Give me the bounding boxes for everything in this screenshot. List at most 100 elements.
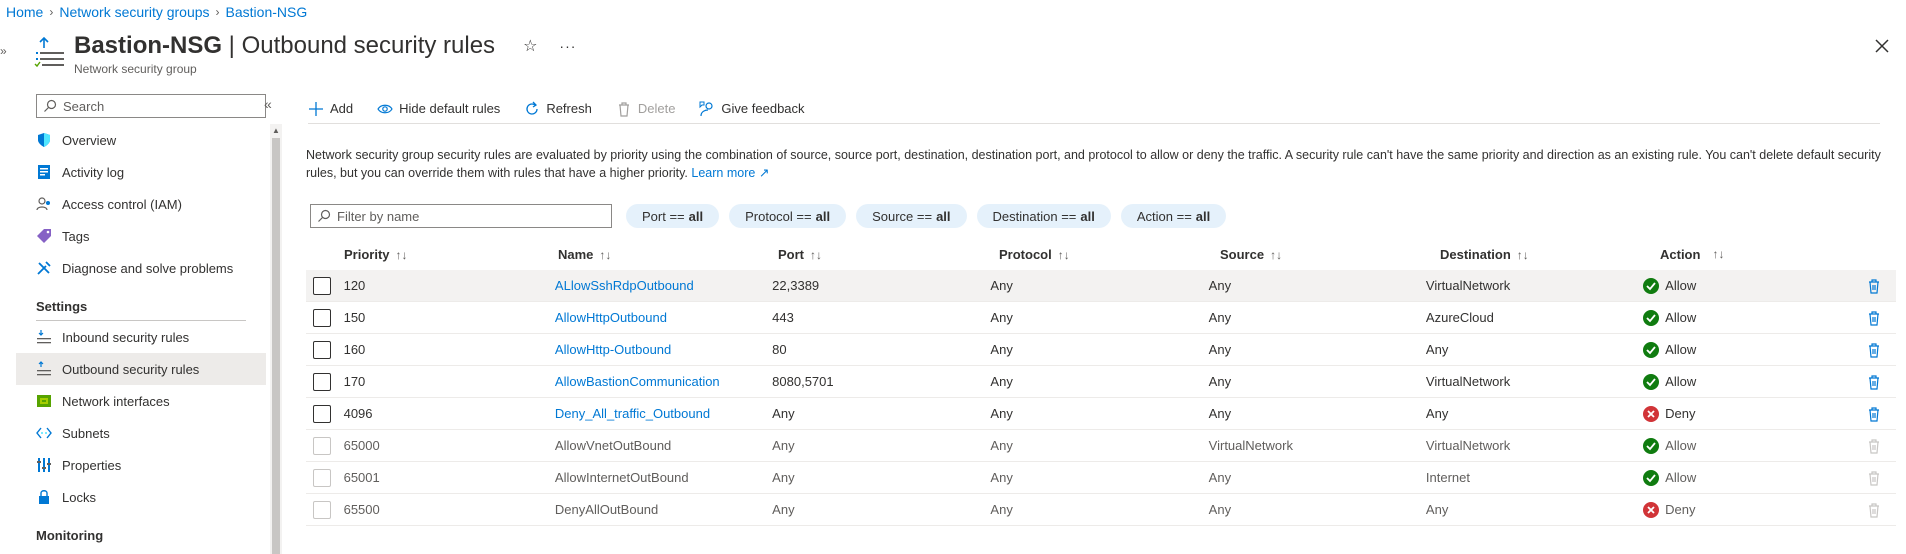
sidebar-scrollbar[interactable]: ▲	[270, 124, 282, 554]
refresh-button[interactable]: Refresh	[524, 101, 592, 117]
column-header-port[interactable]: Port ↑↓	[778, 247, 999, 262]
delete-button-label: Delete	[637, 101, 676, 116]
give-feedback-button[interactable]: Give feedback	[699, 101, 805, 117]
expand-menu-icon[interactable]: »	[0, 44, 7, 58]
trash-icon[interactable]	[1866, 374, 1882, 390]
sidebar-item-locks[interactable]: Locks	[16, 481, 266, 513]
scroll-up-icon[interactable]: ▲	[272, 126, 280, 135]
hide-default-rules-label: Hide default rules	[399, 101, 501, 116]
filter-pill-action[interactable]: Action == all	[1120, 204, 1227, 228]
column-header-protocol[interactable]: Protocol ↑↓	[999, 247, 1220, 262]
wrench-icon	[36, 260, 52, 276]
cell-destination: Any	[1425, 502, 1449, 517]
rule-name-link[interactable]: AllowHttp-Outbound	[555, 342, 671, 357]
column-header-source[interactable]: Source ↑↓	[1220, 247, 1440, 262]
sidebar-item-outbound-security-rules[interactable]: Outbound security rules	[16, 353, 266, 385]
give-feedback-label: Give feedback	[721, 101, 805, 116]
sidebar-item-diagnose[interactable]: Diagnose and solve problems	[16, 252, 266, 284]
row-checkbox[interactable]	[312, 308, 331, 327]
row-checkbox[interactable]	[312, 340, 331, 359]
column-header-name[interactable]: Name ↑↓	[558, 247, 778, 262]
table-row[interactable]: 65500 DenyAllOutBound Any Any Any Any Deny	[306, 494, 1896, 526]
rule-name-link[interactable]: AllowBastionCommunication	[555, 374, 720, 389]
row-checkbox[interactable]	[312, 372, 331, 391]
table-row[interactable]: 65000 AllowVnetOutBound Any Any VirtualNetwo…	[306, 430, 1896, 462]
delete-button[interactable]: Delete	[616, 101, 676, 117]
add-button-label: Add	[330, 101, 354, 116]
trash-icon[interactable]	[1866, 406, 1882, 422]
favorite-star-icon[interactable]: ☆	[523, 36, 537, 56]
breadcrumb: Home › Network security groups › Bastion…	[6, 4, 307, 20]
table-row[interactable]: 160 AllowHttp-Outbound 80 Any Any Any Allow	[306, 334, 1896, 366]
hide-default-rules-button[interactable]: Hide default rules	[377, 101, 500, 117]
outbound-rules-icon	[36, 361, 52, 377]
filter-by-name-input[interactable]: Filter by name	[310, 204, 612, 228]
page-subtitle: Network security group	[74, 62, 197, 76]
table-body: 120 ALlowSshRdpOutbound 22,3389 Any Any Virtu…	[306, 270, 1896, 526]
sidebar-item-tags[interactable]: Tags	[16, 220, 266, 252]
cell-source: VirtualNetwork	[1208, 438, 1293, 453]
sidebar-item-properties[interactable]: Properties	[16, 449, 266, 481]
feedback-icon	[699, 101, 714, 116]
breadcrumb-network-security-groups[interactable]: Network security groups	[59, 4, 209, 20]
filter-pill-destination[interactable]: Destination == all	[976, 204, 1111, 228]
breadcrumb-bastion-nsg[interactable]: Bastion-NSG	[226, 4, 308, 20]
cell-port: Any	[772, 438, 795, 453]
scrollbar-thumb[interactable]	[272, 138, 280, 554]
cell-action: Deny	[1665, 502, 1696, 517]
sidebar-item-subnets[interactable]: Subnets	[16, 417, 266, 449]
column-header-priority[interactable]: Priority ↑↓	[338, 247, 558, 262]
collapse-sidebar-icon[interactable]: «	[264, 96, 272, 112]
learn-more-link[interactable]: Learn more ↗	[691, 166, 769, 180]
column-header-destination[interactable]: Destination ↑↓	[1440, 247, 1660, 262]
cell-action: Allow	[1665, 342, 1697, 357]
sidebar-item-inbound-security-rules[interactable]: Inbound security rules	[16, 321, 266, 353]
trash-icon[interactable]	[1866, 310, 1882, 326]
sidebar-item-label: Outbound security rules	[62, 361, 200, 377]
breadcrumb-home[interactable]: Home	[6, 4, 43, 20]
cell-protocol: Any	[990, 310, 1013, 325]
outbound-rules-icon	[34, 36, 66, 72]
cell-protocol: Any	[990, 342, 1013, 357]
sidebar-item-activity-log[interactable]: Activity log	[16, 156, 266, 188]
filter-pill-source[interactable]: Source == all	[856, 204, 967, 228]
trash-icon[interactable]	[1866, 342, 1882, 358]
people-icon	[36, 196, 52, 212]
table-row[interactable]: 120 ALlowSshRdpOutbound 22,3389 Any Any Virtu…	[306, 270, 1896, 302]
cell-port: Any	[772, 502, 795, 517]
filter-pill-protocol[interactable]: Protocol == all	[729, 204, 847, 228]
sidebar-item-network-interfaces[interactable]: Network interfaces	[16, 385, 266, 417]
add-button[interactable]: Add	[308, 101, 353, 117]
table-row[interactable]: 4096 Deny_All_traffic_Outbound Any Any Any An…	[306, 398, 1896, 430]
sidebar-item-label: Network interfaces	[62, 393, 170, 409]
rule-name-link[interactable]: Deny_All_traffic_Outbound	[555, 406, 710, 421]
sidebar-search-input[interactable]: Search	[36, 94, 266, 118]
deny-x-icon	[1643, 501, 1660, 518]
table-header: Priority ↑↓ Name ↑↓ Port ↑↓ Protocol ↑↓ Sour…	[306, 238, 1896, 270]
table-row[interactable]: 170 AllowBastionCommunication 8080,5701 Any…	[306, 366, 1896, 398]
cell-priority: 65001	[343, 470, 380, 485]
filter-pill-port[interactable]: Port == all	[626, 204, 720, 228]
cell-destination: AzureCloud	[1425, 310, 1494, 325]
sidebar-item-overview[interactable]: Overview	[16, 124, 266, 156]
cell-protocol: Any	[990, 470, 1013, 485]
row-checkbox[interactable]	[312, 404, 331, 423]
sidebar-item-label: Overview	[62, 132, 117, 148]
page-title: Bastion-NSG | Outbound security rules	[74, 32, 495, 60]
cell-protocol: Any	[990, 406, 1013, 421]
table-row[interactable]: 150 AllowHttpOutbound 443 Any Any AzureCloud A…	[306, 302, 1896, 334]
more-options-icon[interactable]: ···	[559, 38, 576, 54]
close-icon[interactable]	[1870, 34, 1894, 58]
rule-name-link[interactable]: ALlowSshRdpOutbound	[555, 278, 694, 293]
cell-priority: 4096	[343, 406, 373, 421]
trash-icon	[1869, 470, 1880, 486]
trash-icon[interactable]	[1866, 278, 1882, 294]
table-row[interactable]: 65001 AllowInternetOutBound Any Any Any Inter…	[306, 462, 1896, 494]
plus-icon	[309, 101, 323, 116]
rule-name-link[interactable]: AllowHttpOutbound	[555, 310, 667, 325]
sidebar-item-access-control[interactable]: Access control (IAM)	[16, 188, 266, 220]
column-header-action[interactable]: Action ↑↓	[1660, 247, 1872, 262]
row-checkbox[interactable]	[312, 276, 331, 295]
page-name: Outbound security rules	[241, 32, 496, 59]
resource-name: Bastion-NSG	[74, 32, 223, 59]
